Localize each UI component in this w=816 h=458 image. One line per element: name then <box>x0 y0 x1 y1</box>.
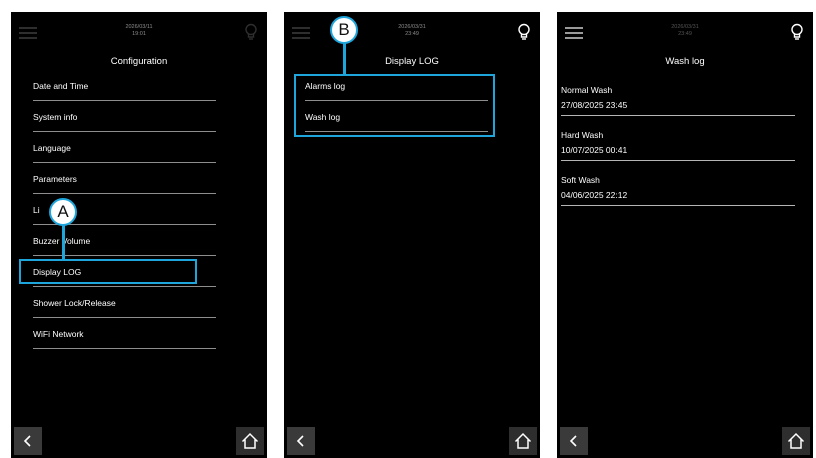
date-label: 2026/03/11 <box>125 24 153 30</box>
menu-item-buzzer-volume[interactable]: Buzzer Volume <box>33 225 216 256</box>
page-title: Wash log <box>665 56 705 67</box>
back-button[interactable] <box>560 427 588 455</box>
wash-type: Soft Wash <box>561 175 600 185</box>
datetime: 2026/03/11 19:01 <box>11 24 267 38</box>
page-title: Configuration <box>110 56 168 67</box>
date-label: 2026/03/31 <box>671 24 699 30</box>
menu-item-language[interactable]: Language <box>33 132 216 163</box>
callout-a-line <box>62 224 65 260</box>
lightbulb-icon[interactable] <box>517 23 531 41</box>
wash-log-entry: Soft Wash 04/06/2025 22:12 <box>561 164 795 206</box>
home-icon <box>514 432 532 449</box>
back-button[interactable] <box>14 427 42 455</box>
back-button[interactable] <box>287 427 315 455</box>
menu-item-system-info[interactable]: System info <box>33 101 216 132</box>
wash-type: Normal Wash <box>561 85 613 95</box>
datetime: 2026/03/31 23:49 <box>284 24 540 38</box>
menu-item-shower-lock-release[interactable]: Shower Lock/Release <box>33 287 216 318</box>
home-button[interactable] <box>782 427 810 455</box>
time-label: 19:01 <box>132 31 146 37</box>
wash-log-entry: Hard Wash 10/07/2025 00:41 <box>561 119 795 161</box>
chevron-left-icon <box>23 435 31 447</box>
wash-datetime: 27/08/2025 23:45 <box>561 100 628 110</box>
date-label: 2026/03/31 <box>398 24 426 30</box>
home-button[interactable] <box>509 427 537 455</box>
wash-type: Hard Wash <box>561 130 604 140</box>
time-label: 23:49 <box>678 31 692 37</box>
home-icon <box>241 432 259 449</box>
menu-item-parameters[interactable]: Parameters <box>33 163 216 194</box>
callout-b: B <box>330 16 358 44</box>
callout-a: A <box>49 198 77 226</box>
menu-item-wifi-network[interactable]: WiFi Network <box>33 318 216 349</box>
page-title: Display LOG <box>385 56 439 67</box>
time-label: 23:49 <box>405 31 419 37</box>
wash-log-screen: 2026/03/31 23:49 Wash log Normal Wash 27… <box>557 12 813 458</box>
lightbulb-icon[interactable] <box>244 23 258 41</box>
lightbulb-icon[interactable] <box>790 23 804 41</box>
configuration-screen: 2026/03/11 19:01 Configuration Date and … <box>11 12 267 458</box>
home-button[interactable] <box>236 427 264 455</box>
datetime: 2026/03/31 23:49 <box>557 24 813 38</box>
wash-log-entry: Normal Wash 27/08/2025 23:45 <box>561 74 795 116</box>
chevron-left-icon <box>569 435 577 447</box>
menu-item-date-and-time[interactable]: Date and Time <box>33 70 216 101</box>
callout-b-line <box>343 42 346 75</box>
wash-datetime: 04/06/2025 22:12 <box>561 190 628 200</box>
wash-datetime: 10/07/2025 00:41 <box>561 145 628 155</box>
highlight-display-log <box>19 259 197 284</box>
highlight-log-options <box>294 74 495 137</box>
chevron-left-icon <box>296 435 304 447</box>
home-icon <box>787 432 805 449</box>
